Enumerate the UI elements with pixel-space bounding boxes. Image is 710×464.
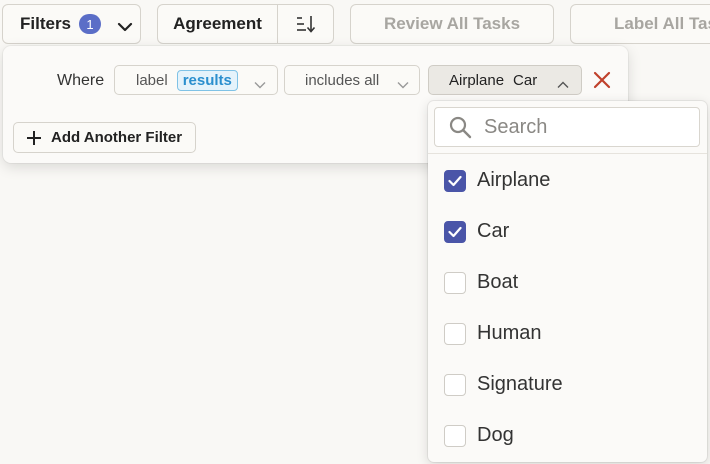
label-all-tasks-button[interactable]: Label All Tas (570, 4, 710, 44)
option-label: Signature (477, 373, 563, 395)
filters-label: Filters (20, 14, 72, 33)
agreement-button[interactable]: Agreement (158, 14, 277, 34)
close-icon[interactable] (593, 71, 611, 89)
filter-value-select[interactable]: Airplane Car (428, 65, 582, 95)
option-dog[interactable]: Dog (444, 424, 514, 447)
add-another-filter-button[interactable]: Add Another Filter (13, 122, 196, 153)
operator-label: includes all (305, 71, 380, 89)
option-signature[interactable]: Signature (444, 373, 563, 396)
option-label: Car (477, 220, 510, 242)
checkbox-unchecked[interactable] (444, 424, 466, 447)
chevron-up-icon (557, 76, 569, 93)
review-all-tasks-button[interactable]: Review All Tasks (350, 4, 554, 44)
checkbox-unchecked[interactable] (444, 271, 466, 294)
check-icon (448, 226, 462, 237)
option-label: Human (477, 322, 542, 344)
plus-icon (27, 130, 41, 145)
filters-button[interactable]: Filters 1 (2, 4, 141, 44)
option-car[interactable]: Car (444, 220, 509, 243)
option-label: Airplane (477, 169, 551, 191)
search-icon (449, 116, 472, 139)
search-input[interactable]: Search (434, 107, 700, 147)
where-label: Where (57, 72, 105, 89)
label-all-tasks-label: Label All Tas (614, 14, 710, 33)
sort-order-button[interactable] (278, 14, 333, 34)
checkbox-checked[interactable] (444, 169, 466, 192)
option-label: Boat (477, 271, 519, 293)
value-options-dropdown: Search Airplane Car Boat Human Signature… (428, 101, 707, 462)
check-icon (448, 175, 462, 186)
checkbox-unchecked[interactable] (444, 322, 466, 345)
chevron-down-icon (254, 76, 266, 93)
review-all-tasks-label: Review All Tasks (383, 14, 521, 33)
option-airplane[interactable]: Airplane (444, 169, 550, 192)
filter-operator-select[interactable]: includes all (284, 65, 420, 95)
checkbox-unchecked[interactable] (444, 373, 466, 396)
selected-value: Airplane (449, 71, 505, 89)
option-label: Dog (477, 424, 514, 446)
divider (428, 153, 707, 154)
agreement-sort-control: Agreement (157, 4, 334, 44)
option-human[interactable]: Human (444, 322, 541, 345)
chevron-down-icon (397, 76, 409, 93)
option-boat[interactable]: Boat (444, 271, 518, 294)
sort-icon (296, 16, 315, 33)
filter-field-select[interactable]: label results (114, 65, 278, 95)
checkbox-checked[interactable] (444, 220, 466, 243)
selected-value: Car (513, 71, 538, 89)
search-placeholder: Search (484, 115, 548, 138)
chevron-down-icon (117, 18, 133, 38)
field-prefix-label: label (136, 71, 168, 89)
add-filter-label: Add Another Filter (51, 129, 183, 146)
field-tag: results (176, 69, 238, 91)
filter-count-badge: 1 (79, 14, 102, 34)
